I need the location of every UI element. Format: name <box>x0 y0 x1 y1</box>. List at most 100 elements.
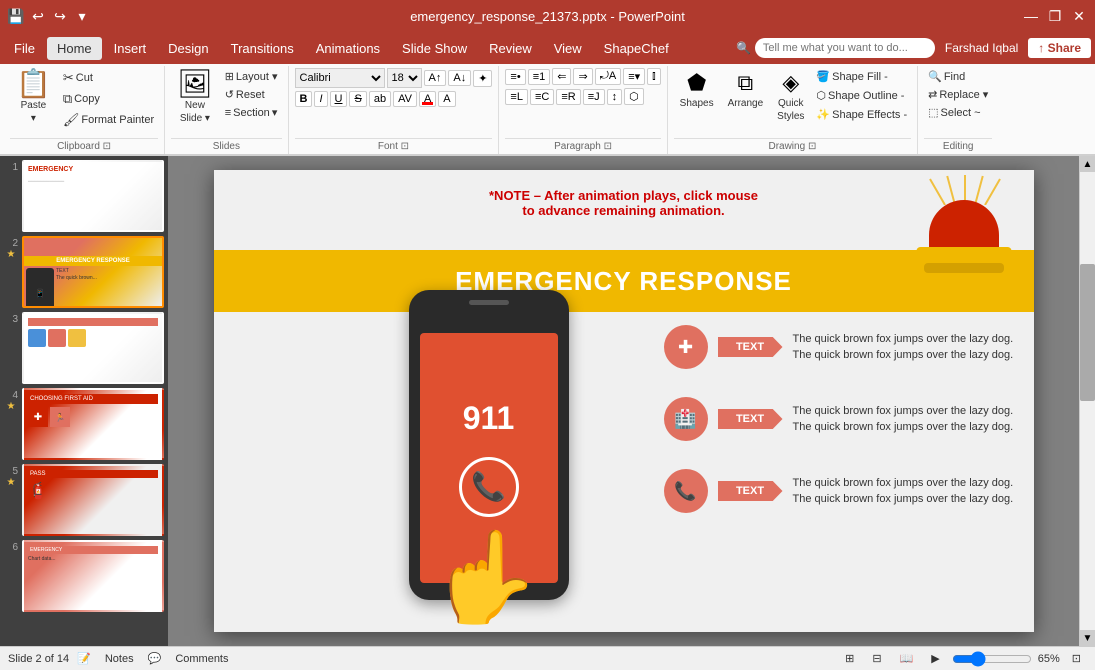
align-text-button[interactable]: ≡▾ <box>623 68 645 85</box>
close-icon[interactable]: ✕ <box>1071 8 1087 24</box>
share-button[interactable]: ↑ Share <box>1028 38 1091 58</box>
save-icon[interactable]: 💾 <box>8 8 24 24</box>
slide-sorter-button[interactable]: ⊟ <box>866 651 887 666</box>
reset-button[interactable]: ↺ Reset <box>221 86 282 103</box>
font-size-select[interactable]: 18 <box>387 68 422 88</box>
new-slide-button[interactable]: 🖼 New Slide ▾ <box>171 68 219 126</box>
menu-review[interactable]: Review <box>479 37 542 60</box>
text-label-2: TEXT <box>718 409 783 429</box>
columns-button[interactable]: ⫾ <box>647 68 661 85</box>
arrange-button[interactable]: ⧉ Arrange <box>722 68 770 111</box>
font-color-button[interactable]: A <box>419 91 436 107</box>
menu-shapechef[interactable]: ShapeChef <box>594 37 679 60</box>
title-bar: 💾 ↩ ↪ ▾ emergency_response_21373.pptx - … <box>0 0 1095 32</box>
line-spacing-button[interactable]: ↕ <box>607 89 623 105</box>
layout-button[interactable]: ⊞ Layout ▾ <box>221 68 282 85</box>
slide-preview-5[interactable]: PASS 🧯 <box>22 464 164 536</box>
copy-button[interactable]: ⧉ Copy <box>59 89 158 109</box>
align-center-button[interactable]: ≡C <box>530 89 554 105</box>
find-button[interactable]: 🔍 Find <box>924 68 992 85</box>
menu-animations[interactable]: Animations <box>306 37 390 60</box>
shape-outline-button[interactable]: ⬡ Shape Outline - <box>812 87 911 104</box>
align-left-button[interactable]: ≡L <box>505 89 528 105</box>
numbering-button[interactable]: ≡1 <box>528 69 551 85</box>
user-name[interactable]: Farshad Iqbal <box>945 41 1018 55</box>
slide-thumb-4[interactable]: 4 ★ CHOOSING FIRST AID ✚ 🏃 <box>4 388 164 460</box>
slide-number-4: 4 <box>4 388 18 401</box>
increase-font-button[interactable]: A↑ <box>424 70 447 86</box>
scroll-thumb[interactable] <box>1080 264 1095 401</box>
restore-icon[interactable]: ❐ <box>1047 8 1063 24</box>
scroll-down-button[interactable]: ▼ <box>1080 630 1095 646</box>
ribbon: 📋 Paste ▾ ✂ Cut ⧉ Copy 🖌 Format Painter … <box>0 64 1095 156</box>
menu-transitions[interactable]: Transitions <box>221 37 304 60</box>
slide-thumb-2[interactable]: 2 ★ EMERGENCY RESPONSE 📱 TEXTThe quick b… <box>4 236 164 308</box>
align-right-button[interactable]: ≡R <box>556 89 580 105</box>
customize-icon[interactable]: ▾ <box>74 8 90 24</box>
window-controls: — ❐ ✕ <box>1023 8 1087 24</box>
menu-slideshow[interactable]: Slide Show <box>392 37 477 60</box>
menu-view[interactable]: View <box>544 37 592 60</box>
smallcaps-button[interactable]: ab <box>369 91 391 107</box>
phone-number: 911 <box>463 400 515 437</box>
menu-home[interactable]: Home <box>47 37 102 60</box>
format-painter-button[interactable]: 🖌 Format Painter <box>59 110 158 130</box>
text-direction-button[interactable]: ⤾A <box>595 68 622 85</box>
notes-button[interactable]: Notes <box>99 652 140 666</box>
minimize-icon[interactable]: — <box>1023 8 1039 24</box>
slide-preview-3[interactable] <box>22 312 164 384</box>
smartart-button[interactable]: ⬡ <box>624 88 644 105</box>
shape-effects-button[interactable]: ✨ Shape Effects - <box>812 106 911 123</box>
phone-speaker <box>469 300 509 305</box>
fit-slide-button[interactable]: ⊡ <box>1066 651 1087 666</box>
text-highlight-button[interactable]: A <box>438 91 455 107</box>
redo-icon[interactable]: ↪ <box>52 8 68 24</box>
strikethrough-button[interactable]: S <box>349 91 366 107</box>
reading-view-button[interactable]: 📖 <box>894 651 920 666</box>
bullets-button[interactable]: ≡• <box>505 69 525 85</box>
decrease-indent-button[interactable]: ⇐ <box>552 68 571 85</box>
replace-button[interactable]: ⇄ Replace ▾ <box>924 86 992 103</box>
quick-styles-button[interactable]: ◈ Quick Styles <box>771 68 810 124</box>
search-box[interactable]: 🔍 <box>736 38 935 58</box>
main-area: 1 ★ EMERGENCY ━━━━━━━━━━━━ 2 ★ EMERGENCY… <box>0 156 1095 646</box>
normal-view-button[interactable]: ⊞ <box>839 651 860 666</box>
scroll-up-button[interactable]: ▲ <box>1080 156 1095 172</box>
select-button[interactable]: ⬚ Select ~ <box>924 104 992 121</box>
increase-indent-button[interactable]: ⇒ <box>573 68 592 85</box>
font-family-select[interactable]: Calibri <box>295 68 385 88</box>
vertical-scrollbar[interactable]: ▲ ▼ <box>1079 156 1095 646</box>
slide-preview-2[interactable]: EMERGENCY RESPONSE 📱 TEXTThe quick brown… <box>22 236 164 308</box>
slide-thumb-1[interactable]: 1 ★ EMERGENCY ━━━━━━━━━━━━ <box>4 160 164 232</box>
bold-button[interactable]: B <box>295 91 313 107</box>
paste-button[interactable]: 📋 Paste ▾ <box>10 68 57 126</box>
search-input[interactable] <box>755 38 935 58</box>
slide-thumb-3[interactable]: 3 ★ <box>4 312 164 384</box>
undo-icon[interactable]: ↩ <box>30 8 46 24</box>
clear-format-button[interactable]: ✦ <box>473 70 492 87</box>
slide-thumb-6[interactable]: 6 ★ EMERGENCY Chart data... <box>4 540 164 612</box>
slide-preview-1[interactable]: EMERGENCY ━━━━━━━━━━━━ <box>22 160 164 232</box>
menu-file[interactable]: File <box>4 37 45 60</box>
italic-button[interactable]: I <box>314 91 327 107</box>
decrease-font-button[interactable]: A↓ <box>448 70 471 86</box>
underline-button[interactable]: U <box>330 91 348 107</box>
slideshow-button[interactable]: ▶ <box>925 651 945 666</box>
shape-fill-button[interactable]: 🪣 Shape Fill - <box>812 68 911 85</box>
section-button[interactable]: ≡ Section ▾ <box>221 104 282 121</box>
align-justify-button[interactable]: ≡J <box>583 89 605 105</box>
zoom-slider[interactable] <box>952 651 1032 667</box>
comments-button[interactable]: Comments <box>169 652 234 666</box>
slide-preview-6[interactable]: EMERGENCY Chart data... <box>22 540 164 612</box>
shapes-button[interactable]: ⬟ Shapes <box>674 68 720 111</box>
slide-preview-4[interactable]: CHOOSING FIRST AID ✚ 🏃 <box>22 388 164 460</box>
menu-design[interactable]: Design <box>158 37 218 60</box>
slide-thumb-5[interactable]: 5 ★ PASS 🧯 <box>4 464 164 536</box>
char-spacing-button[interactable]: AV <box>393 91 417 107</box>
text-item-3: 📞 TEXT The quick brown fox jumps over th… <box>664 469 1014 513</box>
text-icon-1: ✚ <box>664 325 708 369</box>
cut-button[interactable]: ✂ Cut <box>59 68 158 88</box>
copy-icon: ⧉ <box>63 91 72 107</box>
slide-star-2: ★ <box>7 249 16 260</box>
menu-insert[interactable]: Insert <box>104 37 157 60</box>
